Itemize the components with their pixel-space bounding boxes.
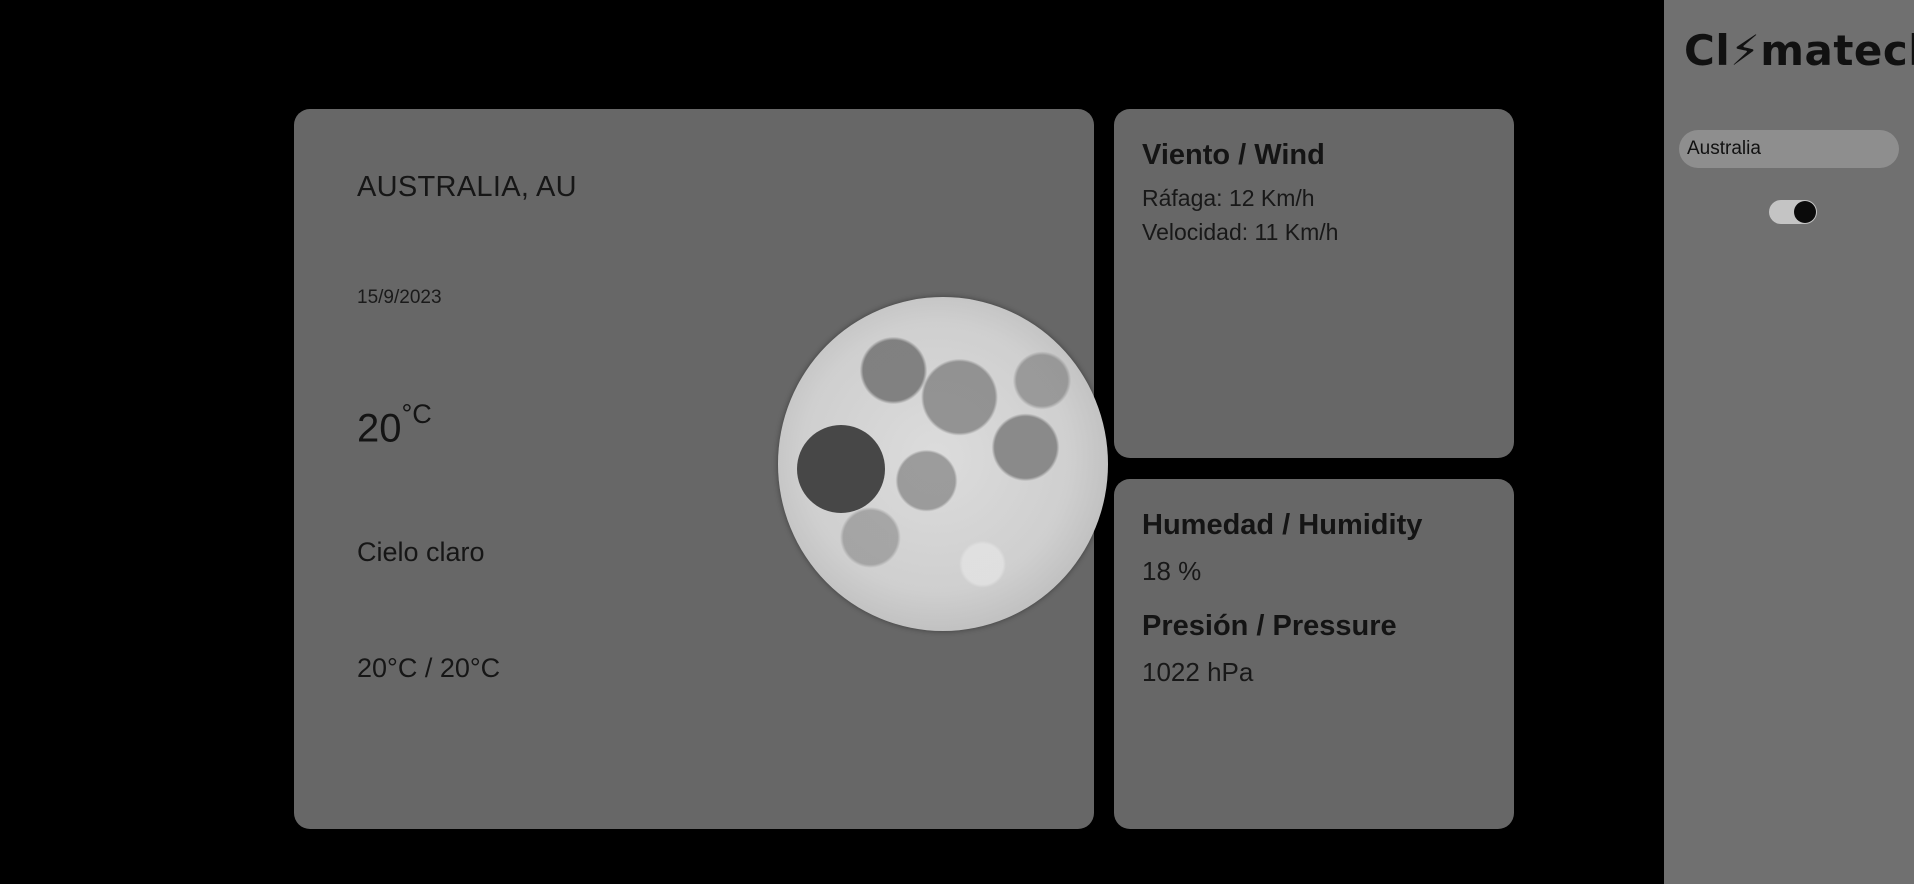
- humidity-card: Humedad / Humidity 18 % Presión / Pressu…: [1114, 479, 1514, 829]
- temperature: 20°C: [357, 399, 432, 451]
- wind-gust: Ráfaga: 12 Km/h: [1142, 185, 1315, 211]
- sidebar: Cl⚡matech: [1664, 0, 1914, 884]
- city-search-input[interactable]: [1679, 130, 1899, 168]
- wind-speed: Velocidad: 11 Km/h: [1142, 219, 1339, 245]
- temperature-value: 20: [357, 406, 402, 451]
- app-logo: Cl⚡matech: [1684, 26, 1914, 75]
- wind-card: Viento / Wind Ráfaga: 12 Km/h Velocidad:…: [1114, 109, 1514, 458]
- wind-title: Viento / Wind: [1142, 139, 1325, 171]
- pressure-title: Presión / Pressure: [1142, 610, 1397, 642]
- humidity-title: Humedad / Humidity: [1142, 509, 1423, 541]
- date-text: 15/9/2023: [357, 287, 442, 308]
- humidity-value: 18 %: [1142, 556, 1202, 586]
- temperature-range: 20°C / 20°C: [357, 653, 501, 683]
- theme-toggle[interactable]: [1769, 200, 1817, 224]
- temperature-unit: °C: [401, 399, 432, 429]
- weather-condition: Cielo claro: [357, 537, 485, 567]
- toggle-knob: [1794, 201, 1816, 223]
- app-root: AUSTRALIA, AU 15/9/2023 20°C Cielo claro…: [0, 0, 1914, 884]
- pressure-value: 1022 hPa: [1142, 657, 1254, 687]
- main-area: AUSTRALIA, AU 15/9/2023 20°C Cielo claro…: [0, 0, 1664, 884]
- moon-shadow-dot: [797, 425, 885, 513]
- city-name: AUSTRALIA, AU: [357, 171, 577, 203]
